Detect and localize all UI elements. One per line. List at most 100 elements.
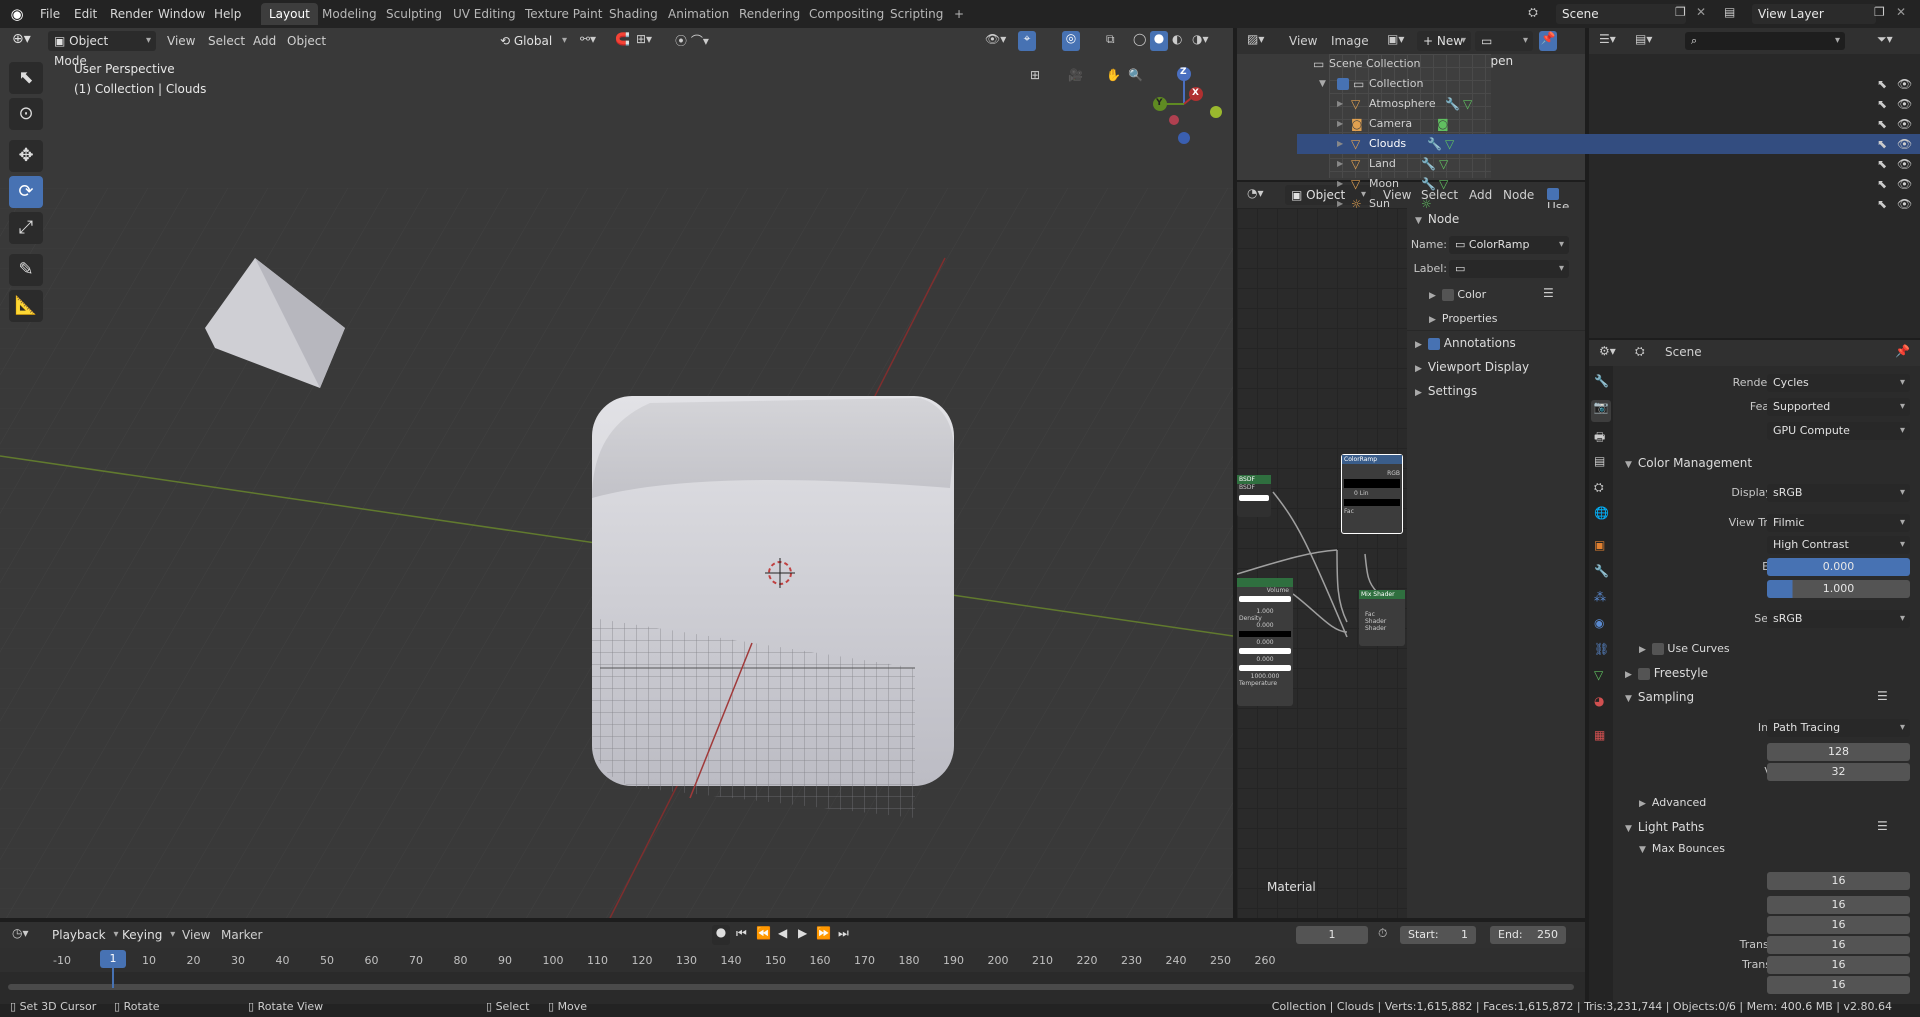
add-workspace-button[interactable]: +	[946, 3, 972, 25]
outliner-row-land[interactable]: ▶ ▽ Land 🔧 ▽ ⬉ 👁	[1297, 154, 1920, 174]
color-management-panel[interactable]: ▼ Color Management	[1625, 456, 1752, 470]
max-bounces-panel[interactable]: ▼ Max Bounces	[1639, 842, 1725, 855]
eye-icon[interactable]: 👁	[1897, 134, 1912, 154]
gamma-slider[interactable]: 1.000	[1767, 580, 1910, 598]
outliner-type-icon[interactable]: ☰▾	[1599, 32, 1616, 46]
annotations-checkbox[interactable]	[1427, 337, 1440, 350]
select-toggle-icon[interactable]: ⬉	[1877, 174, 1887, 194]
integrator-dropdown[interactable]: Path Tracing	[1767, 719, 1910, 737]
pan-hand-icon[interactable]: ✋	[1106, 68, 1121, 82]
select-toggle-icon[interactable]: ⬉	[1877, 114, 1887, 134]
viewport-menu-add[interactable]: Add	[253, 31, 276, 51]
gizmo-toggle-icon[interactable]: ⌖	[1018, 31, 1036, 51]
shading-rendered-icon[interactable]: ◑▾	[1192, 32, 1209, 46]
select-toggle-icon[interactable]: ⬉	[1877, 194, 1887, 214]
blender-logo-icon[interactable]: ◉	[8, 5, 26, 23]
viewport-samples-field[interactable]: 32	[1767, 763, 1910, 781]
outliner-row-camera[interactable]: ▶ ◙ Camera ◙ ⬉ 👁	[1297, 114, 1920, 134]
outliner-display-icon[interactable]: ▤▾	[1635, 32, 1652, 46]
render-engine-dropdown[interactable]: Cycles	[1767, 374, 1910, 392]
play-reverse-icon[interactable]: ◀	[778, 926, 787, 940]
view-layer-field[interactable]: View Layer	[1752, 4, 1876, 24]
data-tab-icon[interactable]: ▽	[1594, 668, 1603, 682]
tab-animation[interactable]: Animation	[660, 3, 737, 25]
glossy-field[interactable]: 16	[1767, 916, 1910, 934]
annotations-panel[interactable]: ▶ Annotations	[1415, 336, 1516, 350]
expand-icon[interactable]: ▶	[1337, 114, 1343, 134]
outliner-row-collection[interactable]: ▼ ▭ Collection ⬉ 👁	[1297, 74, 1920, 94]
tab-compositing[interactable]: Compositing	[801, 3, 892, 25]
scene-close-icon[interactable]: ✕	[1696, 5, 1706, 19]
tab-rendering[interactable]: Rendering	[731, 3, 808, 25]
record-icon[interactable]: ●	[712, 925, 730, 945]
scene-copy-icon[interactable]: ❐	[1675, 5, 1686, 19]
expand-icon[interactable]: ▶	[1337, 134, 1343, 154]
node-bsdf[interactable]: BSDF BSDF	[1237, 475, 1271, 517]
freestyle-checkbox[interactable]	[1637, 667, 1650, 680]
menu-edit[interactable]: Edit	[68, 4, 103, 24]
new-image-button[interactable]: + New	[1417, 31, 1471, 51]
rotate-tool-icon[interactable]: ⟳	[9, 176, 43, 208]
shading-wireframe-icon[interactable]: ◯	[1133, 32, 1146, 46]
visibility-icon[interactable]: 👁▾	[985, 32, 1006, 46]
node-mix-shader[interactable]: Mix Shader Fac Shader Shader	[1359, 590, 1405, 646]
display-device-dropdown[interactable]: sRGB	[1767, 484, 1910, 502]
menu-window[interactable]: Window	[152, 4, 211, 24]
total-field[interactable]: 16	[1767, 872, 1910, 890]
snap-icon[interactable]: 🧲	[615, 32, 630, 46]
transmission-field[interactable]: 16	[1767, 956, 1910, 974]
eye-icon[interactable]: 👁	[1897, 94, 1912, 114]
filter-icon[interactable]: ⏷▾	[1877, 32, 1893, 47]
snap-target-icon[interactable]: ⊞▾	[636, 32, 652, 46]
node-section-header[interactable]: ▼ Node	[1415, 212, 1459, 226]
grid-view-icon[interactable]: ⊞	[1030, 68, 1040, 82]
pin-icon[interactable]: 📌	[1539, 31, 1557, 51]
properties-type-icon[interactable]: ⚙▾	[1599, 344, 1616, 358]
scene-name-field[interactable]: Scene	[1556, 4, 1686, 24]
tool-tab-icon[interactable]: 🔧	[1594, 374, 1609, 388]
open-image-button[interactable]: ▭ Open	[1475, 31, 1533, 68]
editor-type-icon[interactable]: ⊕▾	[12, 31, 31, 47]
proportional-icon[interactable]: ⦿ ⌒▾	[675, 32, 709, 49]
playback-menu[interactable]: Playback	[46, 925, 124, 945]
viewport-menu-object[interactable]: Object	[287, 31, 326, 51]
exposure-slider[interactable]: 0.000	[1767, 558, 1910, 576]
outliner-row-scene-collection[interactable]: ▭ Scene Collection	[1297, 54, 1920, 74]
properties-pin-icon[interactable]: 📌	[1895, 344, 1910, 358]
sampling-presets-icon[interactable]: ☰	[1877, 689, 1888, 703]
expand-icon[interactable]: ▶	[1337, 94, 1343, 114]
sequencer-dropdown[interactable]: sRGB	[1767, 610, 1910, 628]
use-curves-panel[interactable]: ▶ Use Curves	[1639, 642, 1730, 655]
prev-keyframe-icon[interactable]: ⏪	[756, 926, 771, 940]
view-layer-copy-icon[interactable]: ❐	[1874, 5, 1885, 19]
render-samples-field[interactable]: 128	[1767, 743, 1910, 761]
viewport-menu-select[interactable]: Select	[208, 31, 245, 51]
scene-tab-icon[interactable]: ⛭	[1594, 480, 1604, 495]
menu-help[interactable]: Help	[208, 4, 247, 24]
material-tab-icon[interactable]: ◕	[1594, 694, 1604, 708]
menu-render[interactable]: Render	[104, 4, 159, 24]
select-toggle-icon[interactable]: ⬉	[1877, 134, 1887, 154]
light-paths-panel[interactable]: ▼ Light Paths	[1625, 820, 1704, 834]
tab-sculpting[interactable]: Sculpting	[378, 3, 450, 25]
start-frame-field[interactable]: Start: 1	[1400, 926, 1476, 944]
pivot-icon[interactable]: ⚯▾	[580, 32, 596, 46]
outliner-row-moon[interactable]: ▶ ▽ Moon 🔧 ▽ ⬉ 👁	[1297, 174, 1920, 194]
color-checkbox[interactable]	[1441, 289, 1454, 301]
collection-checkbox[interactable]	[1337, 78, 1349, 90]
color-subpanel[interactable]: ▶ Color	[1429, 288, 1486, 301]
select-tool-icon[interactable]: ⬉	[9, 62, 43, 94]
tab-layout[interactable]: Layout	[261, 3, 318, 25]
expand-icon[interactable]: ▶	[1337, 154, 1343, 174]
modifier-tab-icon[interactable]: 🔧	[1594, 564, 1609, 578]
feature-set-dropdown[interactable]: Supported	[1767, 398, 1910, 416]
node-editor[interactable]: ◔▾ ▣ Object View Select Add Node Use BSD…	[1237, 182, 1585, 918]
menu-file[interactable]: File	[34, 4, 66, 24]
tab-scripting[interactable]: Scripting	[882, 3, 951, 25]
axis-gizmo[interactable]: Z X Y	[1136, 62, 1226, 152]
transparency-field[interactable]: 16	[1767, 936, 1910, 954]
collection-select-icon[interactable]: ⬉	[1877, 74, 1887, 94]
measure-tool-icon[interactable]: 📐	[9, 290, 43, 322]
expand-icon[interactable]: ▶	[1337, 194, 1343, 214]
view-transform-dropdown[interactable]: Filmic	[1767, 514, 1910, 532]
